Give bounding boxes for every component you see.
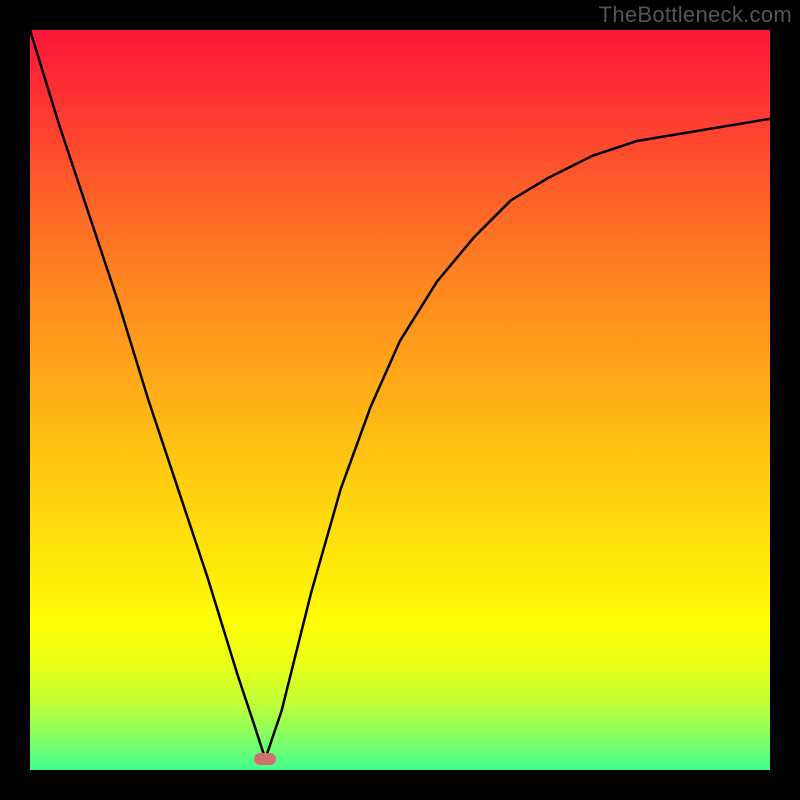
chart-frame: TheBottleneck.com [0,0,800,800]
watermark-text: TheBottleneck.com [599,2,792,28]
bottleneck-curve [30,30,770,770]
optimum-marker [254,753,276,765]
curve-path [30,30,770,759]
plot-area [30,30,770,770]
